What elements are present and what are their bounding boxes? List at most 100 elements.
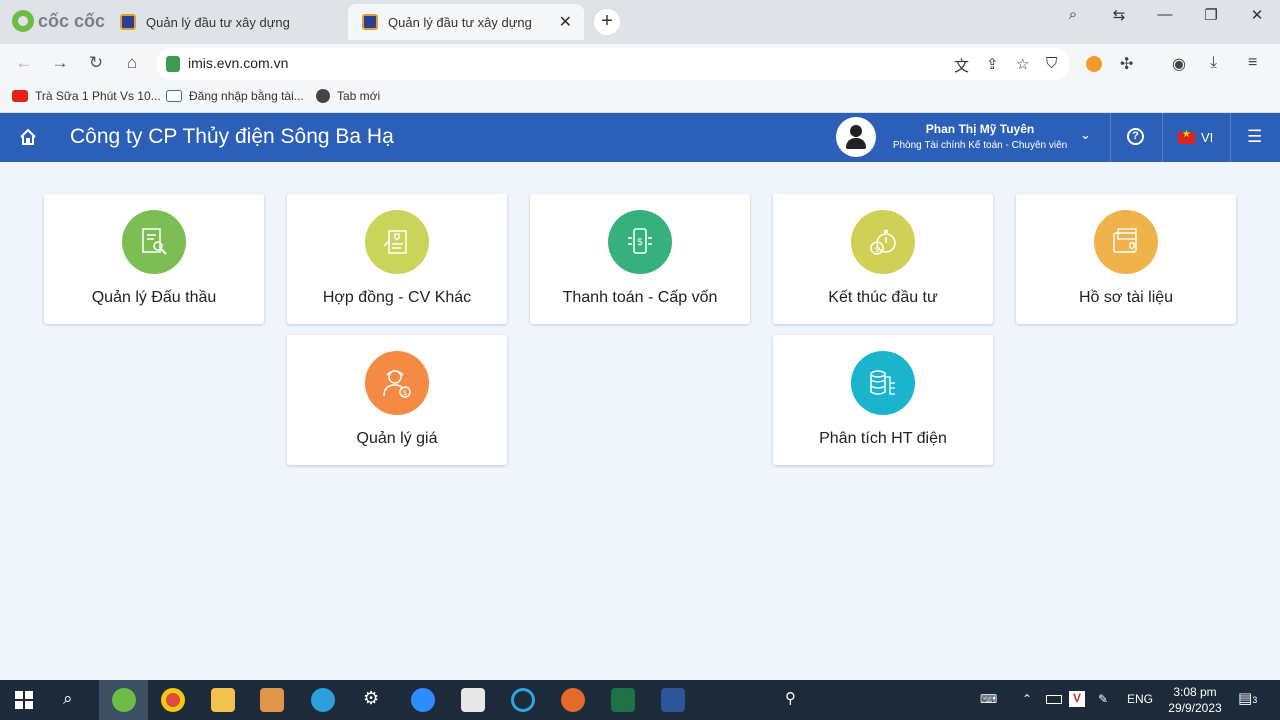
bookmark-label: Đăng nhập bằng tài...	[189, 89, 304, 103]
secure-lock-icon	[166, 56, 180, 72]
home-icon[interactable]	[18, 127, 38, 147]
browser-tab-2[interactable]: Quản lý đầu tư xây dựng ✕	[348, 4, 584, 40]
close-window-icon[interactable]: ✕	[1242, 6, 1272, 24]
bookmark-star-icon[interactable]: ☆	[1016, 55, 1029, 73]
coccoc-taskbar-icon[interactable]	[112, 688, 136, 712]
input-language[interactable]: ENG	[1127, 692, 1153, 706]
minimize-icon[interactable]: —	[1150, 6, 1180, 23]
app-grid-icon[interactable]	[461, 688, 485, 712]
download-icon[interactable]: ⤓	[1210, 54, 1217, 72]
module-card-power-analysis[interactable]: Phân tích HT điện	[773, 335, 993, 465]
module-card-contract[interactable]: Hợp đồng - CV Khác	[287, 194, 507, 324]
vietkey-icon[interactable]: V	[1069, 691, 1085, 707]
search-tabs-icon[interactable]: ⌕	[1058, 6, 1088, 23]
firefox-taskbar-icon[interactable]	[561, 688, 585, 712]
language-selector[interactable]: VI	[1178, 129, 1214, 145]
bookmark-label: Tab mới	[337, 89, 381, 103]
shield-icon[interactable]: ⛉	[1046, 55, 1057, 72]
youtube-icon	[12, 90, 28, 102]
system-clock[interactable]: 3:08 pm 29/9/2023	[1160, 684, 1230, 716]
module-label: Hợp đồng - CV Khác	[322, 289, 472, 306]
settings-gear-icon[interactable]: ⚙	[363, 688, 379, 709]
module-icon-circle	[851, 351, 915, 415]
translate-icon[interactable]: 文	[954, 55, 969, 76]
search-icon[interactable]: ⌕	[63, 689, 73, 709]
user-name[interactable]: Phan Thị Mỹ Tuyên	[880, 122, 1080, 136]
avatar[interactable]	[836, 117, 876, 157]
extension-coccoc-icon[interactable]	[1086, 56, 1102, 72]
zalo-icon	[166, 90, 182, 102]
svg-text:$: $	[637, 237, 643, 248]
hamburger-menu-icon[interactable]: ☰	[1247, 127, 1262, 147]
chevron-up-icon[interactable]: ⌃	[1022, 692, 1032, 706]
forward-icon[interactable]: →	[48, 53, 72, 75]
windows-taskbar: ⌕ ⚙ ⚲ ⌨ ⌃ V ✎ ENG 3:08 pm 29/9/2023 ▤3	[0, 680, 1280, 720]
browser-tab-1[interactable]: Quản lý đầu tư xây dựng	[106, 4, 346, 40]
share-icon[interactable]: ⇪	[986, 55, 999, 73]
people-icon[interactable]: ⚲	[785, 689, 796, 707]
home-icon[interactable]: ⌂	[120, 53, 144, 75]
module-icon-circle	[122, 210, 186, 274]
module-card-payment[interactable]: $ Thanh toán - Cấp vốn	[530, 194, 750, 324]
contract-icon	[383, 230, 407, 254]
url-text: imis.evn.com.vn	[188, 55, 289, 71]
site-favicon-icon	[362, 14, 378, 30]
divider	[1162, 113, 1163, 162]
new-tab-button[interactable]: +	[594, 9, 620, 35]
address-bar[interactable]: imis.evn.com.vn 文 ⇪ ☆ ⛉	[156, 48, 1070, 80]
bookmarks-bar: Trà Sữa 1 Phút Vs 10... Đăng nhập bằng t…	[0, 84, 1280, 113]
zoom-taskbar-icon[interactable]	[411, 688, 435, 712]
notification-icon[interactable]: ▤3	[1238, 689, 1257, 707]
chrome-taskbar-icon[interactable]	[161, 688, 185, 712]
sync-icon[interactable]: ⇆	[1104, 6, 1134, 24]
bookmark-label: Trà Sữa 1 Phút Vs 10...	[35, 89, 161, 103]
bookmark-item[interactable]: Đăng nhập bằng tài...	[166, 89, 304, 103]
browser-tabstrip: cốc cốc Quản lý đầu tư xây dựng Quản lý …	[0, 0, 1280, 44]
document-folder-icon	[1113, 228, 1137, 253]
module-icon-circle: $	[608, 210, 672, 274]
module-label: Thanh toán - Cấp vốn	[562, 289, 718, 306]
restore-icon[interactable]: ❐	[1196, 6, 1226, 24]
extensions-puzzle-icon[interactable]: ✣	[1120, 54, 1133, 74]
module-card-bidding[interactable]: Quản lý Đấu thầu	[44, 194, 264, 324]
app-header: Công ty CP Thủy điện Sông Ba Hạ Phan Thị…	[0, 113, 1280, 162]
media-player-icon[interactable]	[260, 688, 284, 712]
company-title: Công ty CP Thủy điện Sông Ba Hạ	[70, 125, 394, 148]
back-icon[interactable]: ←	[12, 53, 36, 75]
coccoc-logo-icon	[12, 10, 34, 32]
tab-title: Quản lý đầu tư xây dựng	[146, 14, 290, 30]
help-icon[interactable]: ?	[1127, 128, 1144, 145]
clock-date: 29/9/2023	[1168, 701, 1222, 715]
windows-start-icon[interactable]	[15, 691, 33, 709]
keyboard-icon[interactable]: ⌨	[980, 692, 997, 706]
module-card-price[interactable]: $ Quản lý giá	[287, 335, 507, 465]
divider	[1110, 113, 1111, 162]
module-icon-circle: $	[365, 351, 429, 415]
module-label: Quản lý giá	[356, 430, 438, 447]
module-label: Phân tích HT điện	[819, 430, 947, 447]
module-card-documents[interactable]: Hồ sơ tài liệu	[1016, 194, 1236, 324]
internet-explorer-icon[interactable]	[511, 688, 535, 712]
battery-icon[interactable]	[1046, 695, 1062, 704]
svg-text:$: $	[403, 389, 407, 397]
bookmark-item[interactable]: Tab mới	[316, 89, 380, 103]
coccoc-logo[interactable]: cốc cốc	[12, 10, 105, 32]
money-stopwatch-icon: $	[870, 230, 896, 255]
close-tab-icon[interactable]: ✕	[559, 12, 572, 32]
browser-menu-icon[interactable]: ≡	[1248, 54, 1257, 72]
module-label: Hồ sơ tài liệu	[1078, 289, 1174, 306]
reload-icon[interactable]: ↻	[84, 53, 108, 75]
profile-icon[interactable]: ◉	[1172, 54, 1186, 74]
module-icon-circle	[365, 210, 429, 274]
bookmark-item[interactable]: Trà Sữa 1 Phút Vs 10...	[12, 89, 161, 103]
module-card-investment-end[interactable]: $ Kết thúc đầu tư	[773, 194, 993, 324]
excel-taskbar-icon[interactable]	[611, 688, 635, 712]
pen-icon[interactable]: ✎	[1098, 692, 1108, 706]
edge-taskbar-icon[interactable]	[311, 688, 335, 712]
file-explorer-icon[interactable]	[211, 688, 235, 712]
language-code: VI	[1201, 130, 1214, 145]
clock-time: 3:08 pm	[1173, 685, 1217, 699]
chevron-down-icon[interactable]: ⌄	[1080, 127, 1091, 143]
word-taskbar-icon[interactable]	[661, 688, 685, 712]
brand-name: cốc cốc	[38, 10, 106, 31]
